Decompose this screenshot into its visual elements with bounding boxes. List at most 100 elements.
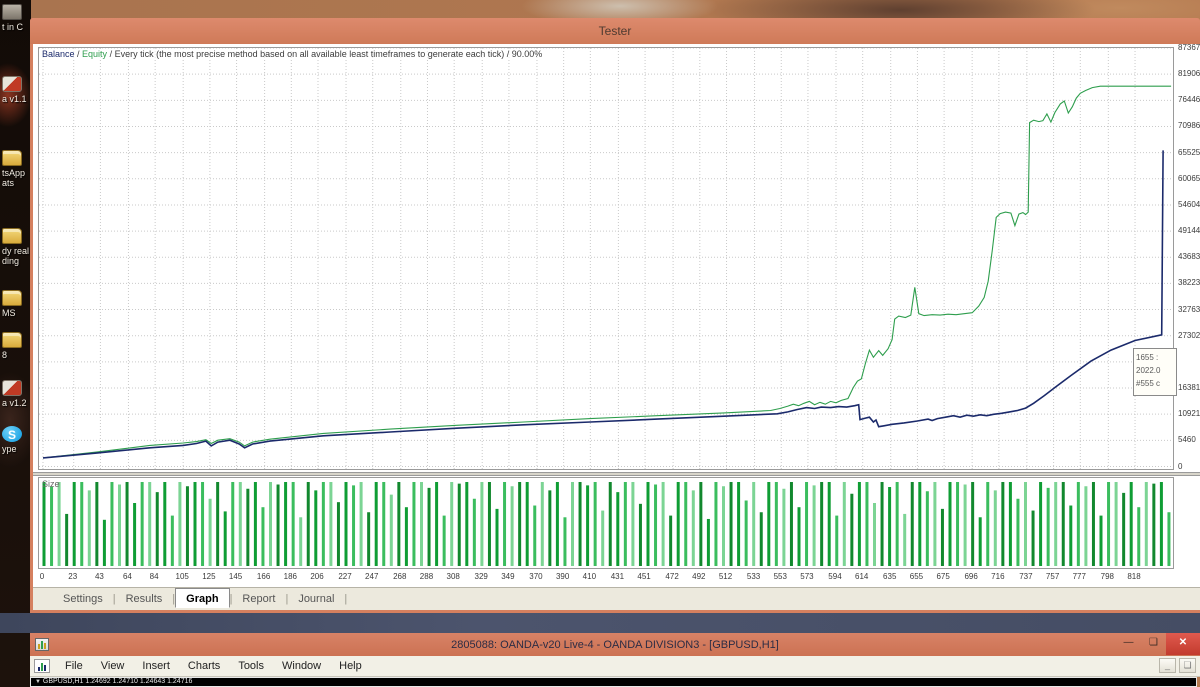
y-tick-label: 87367 <box>1178 43 1200 52</box>
desktop-icon-1[interactable]: a v1.1 <box>2 76 31 104</box>
x-tick-label: 206 <box>310 572 323 581</box>
x-tick-label: 594 <box>828 572 841 581</box>
quote-symbol: GBPUSD,H1 <box>43 678 83 685</box>
menu-item-window[interactable]: Window <box>273 658 330 674</box>
lot-size-panel[interactable]: Size <box>38 477 1174 569</box>
folder-icon <box>2 290 22 306</box>
x-tick-label: 0 <box>40 572 44 581</box>
x-tick-label: 329 <box>475 572 488 581</box>
tab-graph[interactable]: Graph <box>175 588 229 608</box>
x-tick-label: 451 <box>637 572 650 581</box>
quote-ohlc: 1.24692 1.24710 1.24643 1.24716 <box>85 678 192 685</box>
desktop-icon-7[interactable]: Sype <box>2 426 31 454</box>
menu-item-file[interactable]: File <box>56 658 92 674</box>
desktop-icon-2[interactable]: tsAppats <box>2 150 31 188</box>
x-tick-label: 288 <box>420 572 433 581</box>
x-tick-label: 716 <box>991 572 1004 581</box>
x-tick-label: 410 <box>583 572 596 581</box>
mt4-titlebar[interactable]: 2805088: OANDA-v20 Live-4 - OANDA DIVISI… <box>30 633 1200 656</box>
dropdown-arrow-icon[interactable]: ▼ <box>35 679 41 685</box>
y-tick-label: 38223 <box>1178 278 1200 287</box>
y-tick-label: 60065 <box>1178 174 1200 183</box>
legend-balance: Balance <box>42 49 75 59</box>
folder-icon <box>2 150 22 166</box>
tester-titlebar[interactable]: Tester <box>30 18 1200 44</box>
tooltip-line: 1655 : <box>1136 351 1174 364</box>
menu-item-insert[interactable]: Insert <box>133 658 179 674</box>
desktop-icon-label: 8 <box>2 350 31 360</box>
mdi-restore-button[interactable]: ❏ <box>1179 658 1196 673</box>
x-tick-label: 737 <box>1019 572 1032 581</box>
x-tick-label: 349 <box>501 572 514 581</box>
x-tick-label: 472 <box>665 572 678 581</box>
legend-sep2: / <box>107 49 115 59</box>
y-tick-label: 16381 <box>1178 383 1200 392</box>
menu-item-tools[interactable]: Tools <box>229 658 273 674</box>
folder-icon <box>2 228 22 244</box>
desktop-icon-label: a v1.1 <box>2 94 31 104</box>
desktop-icon-label: dy real <box>2 246 31 256</box>
app-icon <box>2 4 22 20</box>
x-tick-label: 247 <box>365 572 378 581</box>
tooltip-line: #555 c <box>1136 377 1174 390</box>
chart-legend: Balance / Equity / Every tick (the most … <box>42 49 542 59</box>
desktop-icon-5[interactable]: 8 <box>2 332 31 360</box>
desktop-icon-4[interactable]: MS <box>2 290 31 318</box>
x-tick-label: 533 <box>747 572 760 581</box>
x-tick-label: 43 <box>95 572 104 581</box>
x-tick-label: 166 <box>257 572 270 581</box>
balance-equity-chart[interactable]: Balance / Equity / Every tick (the most … <box>38 47 1174 470</box>
y-tick-label: 27302 <box>1178 331 1200 340</box>
desktop-icon-label: tsApp <box>2 168 31 178</box>
desktop-icon-3[interactable]: dy realding <box>2 228 31 266</box>
y-tick-label: 5460 <box>1178 435 1196 444</box>
x-tick-label: 125 <box>202 572 215 581</box>
panel-splitter[interactable] <box>33 472 1200 476</box>
y-axis-labels: 0546010921163812730232763382234368349144… <box>1176 47 1200 470</box>
desktop-icon-0[interactable]: t in C <box>2 4 31 32</box>
x-tick-label: 635 <box>883 572 896 581</box>
tab-report[interactable]: Report <box>232 591 285 607</box>
size-panel-label: Size <box>42 479 60 489</box>
menu-item-view[interactable]: View <box>92 658 134 674</box>
x-tick-label: 268 <box>393 572 406 581</box>
x-tick-label: 23 <box>68 572 77 581</box>
close-button[interactable]: ✕ <box>1166 633 1200 655</box>
desktop-icon-label: MS <box>2 308 31 318</box>
maximize-button[interactable]: ❏ <box>1141 633 1166 655</box>
chart-canvas <box>39 48 1173 469</box>
y-tick-label: 43683 <box>1178 252 1200 261</box>
x-tick-label: 308 <box>446 572 459 581</box>
x-axis-labels: 0234364841051251451661862062272472682883… <box>38 571 1174 585</box>
mt4-app-icon <box>35 638 49 651</box>
tooltip-line: 2022.0 <box>1136 364 1174 377</box>
y-tick-label: 65525 <box>1178 148 1200 157</box>
desktop-icon-label: ats <box>2 178 31 188</box>
x-tick-label: 573 <box>800 572 813 581</box>
skype-icon: S <box>2 426 22 442</box>
desktop-icon-strip: t in C a v1.1 tsAppats dy realding MS 8 a v1.2… <box>0 0 31 687</box>
y-tick-label: 0 <box>1178 462 1182 471</box>
legend-quality: 90.00% <box>512 49 543 59</box>
x-tick-label: 390 <box>556 572 569 581</box>
minimize-button[interactable]: — <box>1116 633 1141 655</box>
mdi-minimize-button[interactable]: _ <box>1159 658 1176 673</box>
x-tick-label: 370 <box>529 572 542 581</box>
desktop-icon-6[interactable]: a v1.2 <box>2 380 31 408</box>
tab-results[interactable]: Results <box>116 591 173 607</box>
menu-item-charts[interactable]: Charts <box>179 658 229 674</box>
legend-sep3: / <box>504 49 512 59</box>
size-bars-canvas <box>39 478 1173 568</box>
menu-item-help[interactable]: Help <box>330 658 371 674</box>
tab-journal[interactable]: Journal <box>288 591 344 607</box>
background-window-strip <box>0 613 1200 633</box>
x-tick-label: 512 <box>719 572 732 581</box>
y-tick-label: 49144 <box>1178 226 1200 235</box>
tab-settings[interactable]: Settings <box>53 591 113 607</box>
mdi-controls: _ ❏ <box>1159 658 1196 673</box>
mt4-window: 2805088: OANDA-v20 Live-4 - OANDA DIVISI… <box>30 633 1200 687</box>
x-tick-label: 696 <box>964 572 977 581</box>
tab-separator: | <box>344 593 347 605</box>
x-tick-label: 84 <box>150 572 159 581</box>
x-tick-label: 105 <box>175 572 188 581</box>
